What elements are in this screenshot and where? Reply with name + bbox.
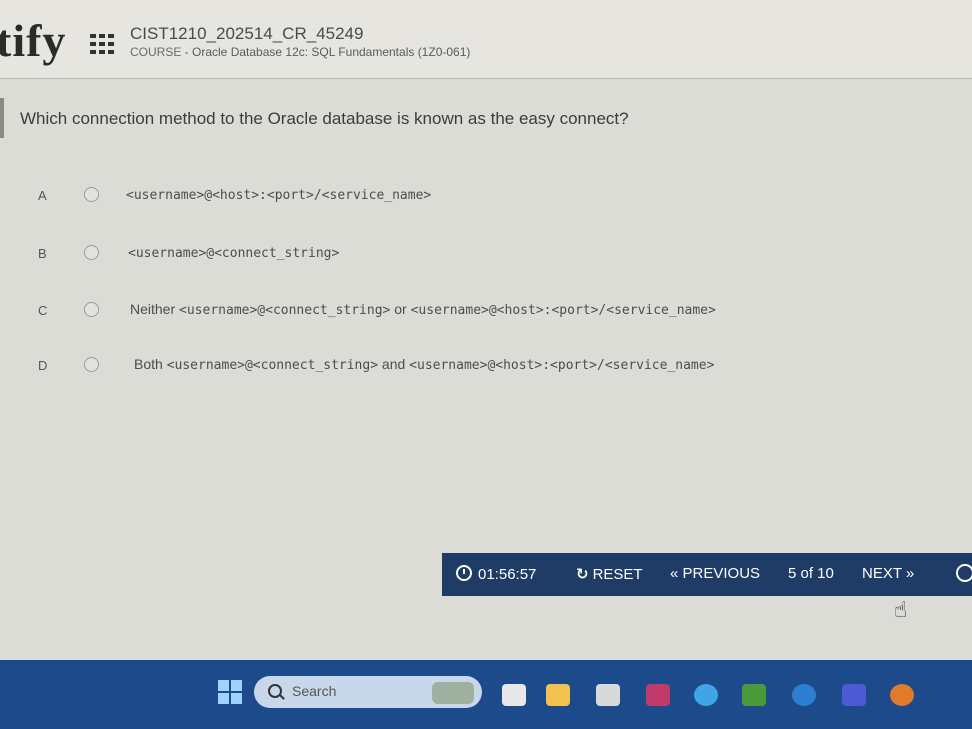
option-text: Both <username>@<connect_string> and <us…	[134, 356, 714, 373]
option-prefix: Neither	[130, 301, 180, 317]
app-header: tify CIST1210_202514_CR_45249 COURSE - O…	[0, 0, 972, 79]
reset-icon: ↻	[576, 566, 589, 583]
settings-icon[interactable]	[956, 564, 972, 582]
course-line: COURSE - Oracle Database 12c: SQL Fundam…	[130, 45, 470, 59]
question-marker	[0, 98, 4, 138]
os-taskbar: Search	[0, 660, 972, 729]
course-label: COURSE	[130, 45, 182, 59]
taskbar-search[interactable]: Search	[254, 676, 482, 708]
option-c[interactable]: C Neither <username>@<connect_string> or…	[0, 299, 972, 329]
chrome-browser-icon[interactable]	[890, 684, 914, 706]
double-chevron-left-icon: «	[670, 565, 679, 582]
radio-button[interactable]	[84, 245, 99, 260]
option-joiner: or	[390, 301, 411, 317]
search-placeholder: Search	[292, 683, 337, 699]
app-icon-4[interactable]	[842, 684, 866, 706]
edge-browser-icon[interactable]	[694, 684, 718, 706]
brand-logo: tify	[0, 15, 67, 66]
option-b[interactable]: B <username>@<connect_string>	[0, 242, 972, 272]
radio-button[interactable]	[84, 187, 99, 202]
app-icon[interactable]	[646, 684, 670, 706]
reset-label: RESET	[592, 566, 643, 583]
option-code-1: <username>@<connect_string>	[128, 246, 340, 261]
option-d[interactable]: D Both <username>@<connect_string> and <…	[0, 354, 972, 384]
exam-code: CIST1210_202514_CR_45249	[130, 24, 364, 43]
store-icon[interactable]	[596, 684, 620, 706]
windows-start-icon[interactable]	[218, 680, 242, 704]
option-a[interactable]: A <username>@<host>:<port>/<service_name…	[0, 184, 972, 214]
timer: 01:56:57	[456, 565, 536, 583]
clock-icon	[456, 565, 472, 581]
option-code-1: <username>@<connect_string>	[166, 358, 379, 373]
app-icon-2[interactable]	[742, 684, 766, 706]
double-chevron-right-icon: »	[905, 565, 915, 582]
option-code-1: <username>@<host>:<port>/<service_name>	[126, 188, 432, 203]
exam-toolbar: 01:56:57 ↻ RESET « PREVIOUS 5 of 10 NEXT …	[442, 553, 972, 596]
app-icon-3[interactable]	[792, 684, 816, 706]
option-joiner: and	[378, 356, 410, 372]
option-text: Neither <username>@<connect_string> or <…	[130, 301, 716, 318]
hand-cursor-icon: ☝	[894, 597, 908, 622]
task-view-icon[interactable]	[502, 684, 526, 706]
course-name: Oracle Database 12c: SQL Fundamentals (1…	[192, 45, 471, 59]
option-code-1: <username>@<connect_string>	[179, 303, 391, 318]
option-text: <username>@<connect_string>	[128, 244, 339, 261]
search-icon	[268, 684, 282, 698]
next-label: NEXT	[862, 565, 902, 582]
course-separator: -	[181, 45, 193, 59]
timer-value: 01:56:57	[478, 566, 537, 583]
option-code-2: <username>@<host>:<port>/<service_name>	[409, 358, 715, 373]
option-letter: D	[38, 358, 48, 373]
question-progress: 5 of 10	[788, 565, 834, 582]
radio-button[interactable]	[84, 357, 99, 372]
grid-menu-icon[interactable]	[90, 34, 114, 60]
radio-button[interactable]	[84, 302, 99, 317]
option-letter: C	[38, 303, 48, 318]
option-prefix: Both	[134, 356, 167, 372]
option-letter: B	[38, 246, 47, 261]
search-highlight-image	[432, 682, 474, 704]
option-letter: A	[38, 188, 47, 203]
previous-label: PREVIOUS	[682, 565, 761, 582]
previous-button[interactable]: « PREVIOUS	[670, 565, 760, 582]
next-button[interactable]: NEXT »	[862, 565, 914, 582]
file-explorer-icon[interactable]	[546, 684, 570, 706]
option-code-2: <username>@<host>:<port>/<service_name>	[410, 303, 716, 318]
reset-button[interactable]: ↻ RESET	[576, 565, 643, 583]
option-text: <username>@<host>:<port>/<service_name>	[126, 186, 431, 203]
course-info: CIST1210_202514_CR_45249 COURSE - Oracle…	[130, 24, 470, 59]
question-text: Which connection method to the Oracle da…	[20, 109, 629, 128]
